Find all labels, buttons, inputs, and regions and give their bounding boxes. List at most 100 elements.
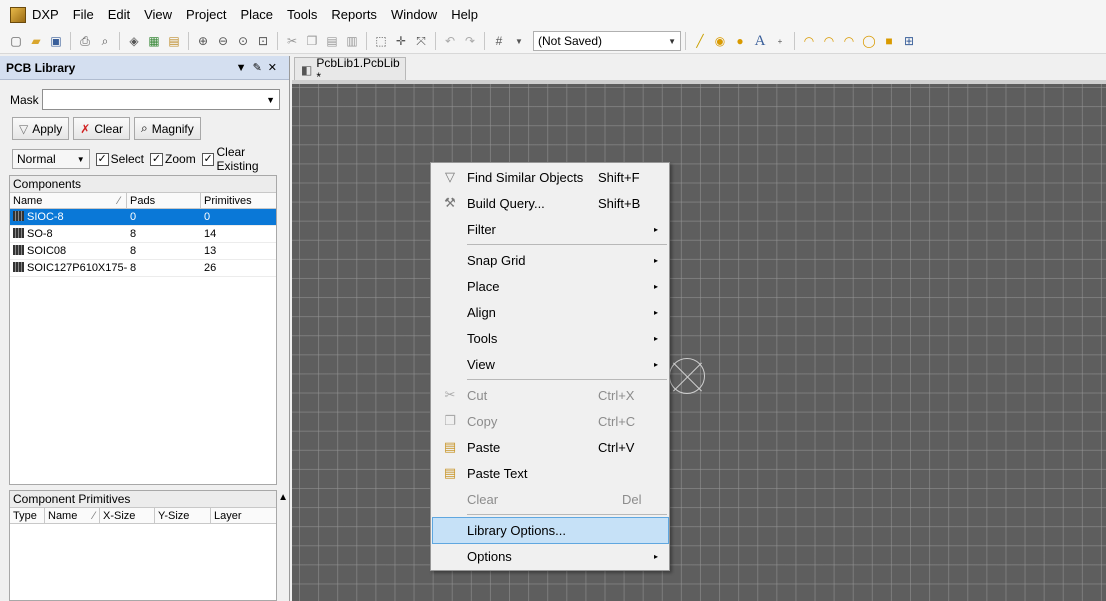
print-preview-icon[interactable]: ⌕	[97, 33, 113, 49]
select-area-icon[interactable]: ⬚	[373, 33, 389, 49]
menu-item-filter[interactable]: Filter ▸	[433, 217, 668, 241]
menu-item-view[interactable]: View ▸	[433, 352, 668, 376]
footprint-icon	[13, 262, 24, 272]
column-y-size[interactable]: Y-Size	[155, 508, 211, 523]
tab-pcblib1[interactable]: ◧ PcbLib1.PcbLib *	[294, 56, 406, 84]
string-icon[interactable]: A	[752, 33, 768, 49]
layers-icon[interactable]: ◈	[126, 33, 142, 49]
zoom-checkbox[interactable]: ✓ Zoom	[150, 152, 196, 166]
fill-icon[interactable]: ■	[881, 33, 897, 49]
menu-item-paste-text[interactable]: ▤ Paste Text	[433, 461, 668, 485]
line-icon[interactable]: ╱	[692, 33, 708, 49]
menu-view[interactable]: View	[137, 0, 179, 29]
zoom-out-icon[interactable]: ⊖	[215, 33, 231, 49]
cut-icon[interactable]: ✂	[284, 33, 300, 49]
zoom-in-icon[interactable]: ⊕	[195, 33, 211, 49]
rubber-stamp-icon[interactable]: ▥	[344, 33, 360, 49]
grid-dropdown-icon[interactable]: ▼	[511, 33, 527, 49]
menu-item-paste[interactable]: ▤ Paste Ctrl+V	[433, 435, 668, 459]
column-layer[interactable]: Layer	[211, 508, 276, 523]
toolbar-separator	[685, 32, 686, 50]
table-row[interactable]: SO-8 8 14	[10, 226, 276, 243]
menu-item-clear[interactable]: Clear Del	[433, 487, 668, 511]
cut-icon: ✂	[444, 387, 456, 402]
mode-select[interactable]: Normal ▼	[12, 149, 90, 169]
print-icon[interactable]: ⎙	[77, 33, 93, 49]
dxp-logo-icon	[10, 6, 26, 23]
open-icon[interactable]: ▰	[28, 33, 44, 49]
table-row[interactable]: SIOC-8 0 0	[10, 209, 276, 226]
menu-project[interactable]: Project	[179, 0, 233, 29]
board-icon[interactable]: ▦	[146, 33, 162, 49]
column-primitives[interactable]: Primitives	[201, 193, 276, 208]
menu-file[interactable]: File	[66, 0, 101, 29]
apply-button[interactable]: ▽ Apply	[12, 117, 70, 140]
save-state-combo[interactable]: (Not Saved) ▼	[533, 31, 681, 51]
menu-dxp[interactable]: DXP	[30, 0, 66, 29]
component-primitives: 0	[204, 211, 211, 223]
select-checkbox[interactable]: ✓ Select	[95, 152, 144, 166]
arc-edge-icon[interactable]: ◠	[821, 33, 837, 49]
column-pads[interactable]: Pads	[127, 193, 201, 208]
save-icon[interactable]: ▣	[48, 33, 64, 49]
toolbar-separator	[484, 32, 485, 50]
new-icon[interactable]: ▢	[8, 33, 24, 49]
cross-select-icon[interactable]: ⤧	[413, 33, 429, 49]
zoom-area-icon[interactable]: ⊡	[255, 33, 271, 49]
zoom-fit-icon[interactable]: ⊙	[235, 33, 251, 49]
panel-menu-icon[interactable]: ▼	[236, 62, 253, 74]
undo-icon[interactable]: ↶	[442, 33, 458, 49]
menu-item-build-query[interactable]: ⚒ Build Query... Shift+B	[433, 191, 668, 215]
submenu-arrow-icon: ▸	[654, 307, 659, 317]
pin-icon[interactable]: ✎	[253, 62, 268, 74]
pcb-canvas[interactable]	[292, 84, 1106, 601]
redo-icon[interactable]: ↷	[462, 33, 478, 49]
circle-icon[interactable]: ◯	[861, 33, 877, 49]
array-paste-icon[interactable]: ⊞	[901, 33, 917, 49]
table-row[interactable]: SOIC08 8 13	[10, 243, 276, 260]
menu-tools[interactable]: Tools	[280, 0, 324, 29]
collapse-icon[interactable]: ▲	[278, 489, 288, 506]
menu-reports[interactable]: Reports	[324, 0, 384, 29]
menu-item-place[interactable]: Place ▸	[433, 274, 668, 298]
pad-icon[interactable]: ◉	[712, 33, 728, 49]
menu-item-cut[interactable]: ✂ Cut Ctrl+X	[433, 383, 668, 407]
save-state-value: (Not Saved)	[538, 34, 603, 48]
column-primname[interactable]: Name ⁄	[45, 508, 100, 523]
clear-existing-checkbox[interactable]: ✓ Clear Existing	[201, 145, 289, 173]
via-icon[interactable]: ●	[732, 33, 748, 49]
magnify-button[interactable]: ⌕ Magnify	[134, 117, 201, 140]
menu-edit[interactable]: Edit	[101, 0, 137, 29]
paste-icon[interactable]: ▤	[324, 33, 340, 49]
mask-input[interactable]: ▼	[42, 89, 280, 110]
browser-icon[interactable]: ▤	[166, 33, 182, 49]
menu-separator	[467, 244, 667, 245]
options-row: Normal ▼ ✓ Select ✓ Zoom ✓ Clear Existin…	[12, 145, 289, 173]
menu-item-align[interactable]: Align ▸	[433, 300, 668, 324]
menu-item-library-options[interactable]: Library Options...	[432, 517, 669, 544]
menu-item-options[interactable]: Options ▸	[433, 544, 668, 568]
column-type[interactable]: Type	[10, 508, 45, 523]
menu-help[interactable]: Help	[444, 0, 485, 29]
arc-center-icon[interactable]: ◠	[801, 33, 817, 49]
clear-button[interactable]: ✗ Clear	[73, 117, 131, 140]
menu-item-snap-grid[interactable]: Snap Grid ▸	[433, 248, 668, 272]
arc-any-icon[interactable]: ◠	[841, 33, 857, 49]
menu-item-find-similar[interactable]: ▽ Find Similar Objects Shift+F	[433, 165, 668, 189]
menu-item-copy[interactable]: ❐ Copy Ctrl+C	[433, 409, 668, 433]
chevron-down-icon[interactable]: ▼	[266, 95, 275, 105]
move-icon[interactable]: ✛	[393, 33, 409, 49]
column-x-size[interactable]: X-Size	[100, 508, 155, 523]
component-pads: 8	[130, 245, 137, 257]
coordinate-icon[interactable]: +	[772, 33, 788, 49]
panel-header: PCB Library ▼✎✕	[0, 56, 289, 80]
menu-place[interactable]: Place	[234, 0, 281, 29]
copy-icon[interactable]: ❐	[304, 33, 320, 49]
close-icon[interactable]: ✕	[268, 62, 283, 74]
menu-item-tools[interactable]: Tools ▸	[433, 326, 668, 350]
table-row[interactable]: SOIC127P610X175-8 8 26	[10, 260, 276, 277]
menu-window[interactable]: Window	[384, 0, 444, 29]
context-menu: ▽ Find Similar Objects Shift+F ⚒ Build Q…	[430, 162, 670, 571]
grid-icon[interactable]: #	[491, 33, 507, 49]
column-name[interactable]: Name ⁄	[10, 193, 127, 208]
